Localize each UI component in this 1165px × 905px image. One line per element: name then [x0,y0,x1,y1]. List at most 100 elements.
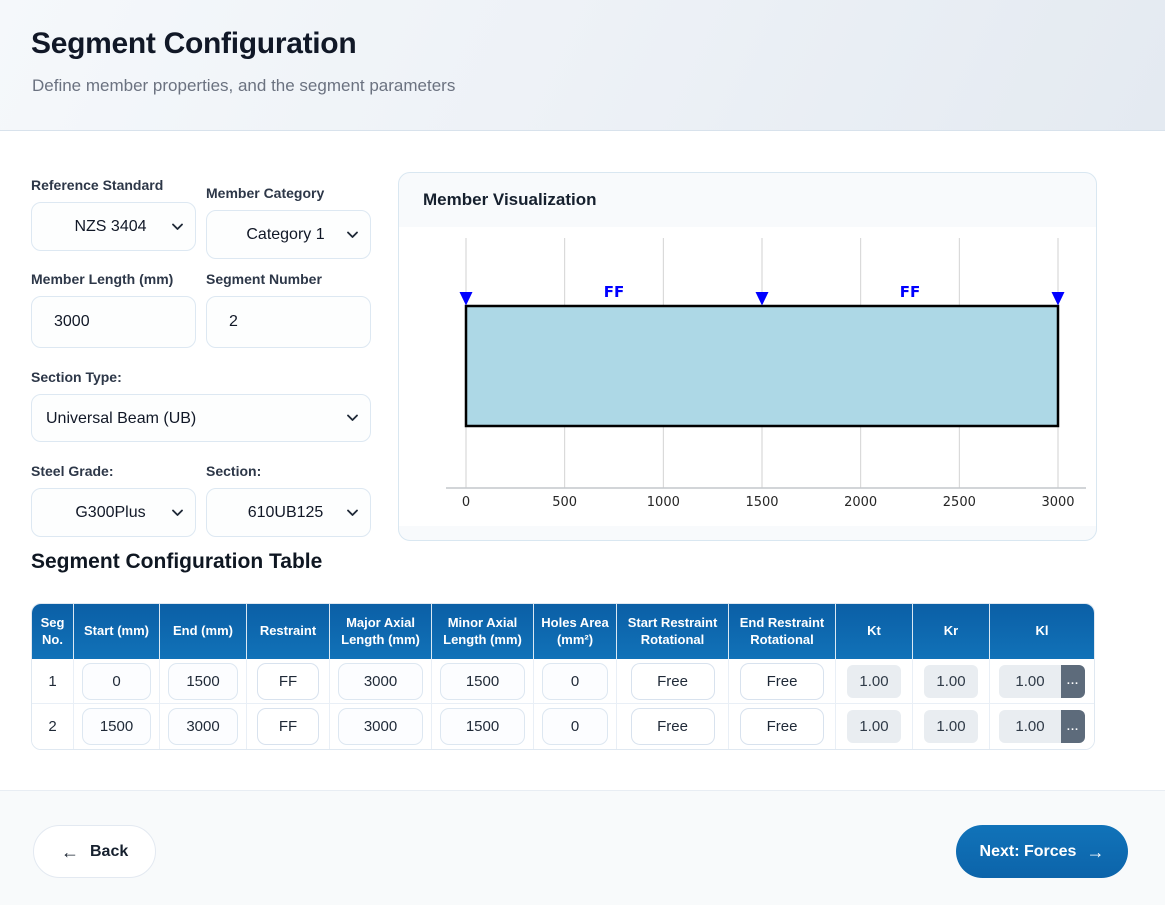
kt-cell: 1.00 [836,704,913,749]
steel-grade-select-wrap: G300Plus [31,488,196,537]
col-header-kr: Kr [913,604,990,659]
segment-number-input[interactable] [206,296,371,348]
member-visualization-panel: Member Visualization FFFF050010001500200… [398,172,1097,541]
kl-more-button[interactable]: ... [1061,665,1085,698]
kl-value: 1.00 [999,665,1061,698]
end-input[interactable] [168,708,238,745]
table-header-row: Seg No. Start (mm) End (mm) Restraint Ma… [32,604,1094,659]
col-header-start: Start (mm) [74,604,160,659]
section-select[interactable]: 610UB125 [206,488,371,537]
kt-cell: 1.00 [836,659,913,704]
major-axial-input[interactable] [338,663,423,700]
member-visualization-title: Member Visualization [399,173,1096,227]
kl-cell: 1.00 ... [990,704,1094,749]
page-title: Segment Configuration [31,27,356,61]
kr-cell: 1.00 [913,704,990,749]
member-category-select[interactable]: Category 1 [206,210,371,259]
member-visualization-chart: FFFF050010001500200025003000 [399,227,1096,526]
svg-text:1500: 1500 [745,495,778,510]
page-header: Segment Configuration Define member prop… [0,0,1165,131]
end-rotational-button[interactable]: Free [740,663,824,700]
col-header-minor-axial: Minor Axial Length (mm) [432,604,534,659]
start-rotational-button[interactable]: Free [631,663,715,700]
member-length-input[interactable] [31,296,196,348]
holes-area-input[interactable] [542,663,608,700]
kl-value: 1.00 [999,710,1061,743]
segment-table-title: Segment Configuration Table [31,550,322,574]
table-row: 2 FF Free Free 1.00 1.00 1.00 ... [32,704,1094,749]
svg-text:0: 0 [462,495,470,510]
start-rotational-button[interactable]: Free [631,708,715,745]
svg-text:1000: 1000 [647,495,680,510]
col-header-end-rotational: End Restraint Rotational [729,604,836,659]
seg-no-cell: 1 [32,659,74,704]
svg-text:2000: 2000 [844,495,877,510]
steel-grade-select[interactable]: G300Plus [31,488,196,537]
member-category-select-wrap: Category 1 [206,210,371,259]
kt-value: 1.00 [847,665,901,698]
kr-value: 1.00 [924,665,978,698]
end-input[interactable] [168,663,238,700]
minor-axial-cell [432,704,534,749]
restraint-cell: FF [247,659,330,704]
seg-no-value: 2 [48,718,56,735]
end-cell [160,659,247,704]
section-type-select[interactable]: Universal Beam (UB) [31,394,371,442]
holes-area-cell [534,704,617,749]
kl-field: 1.00 ... [999,665,1085,698]
reference-standard-select-wrap: NZS 3404 [31,202,196,251]
minor-axial-input[interactable] [440,663,525,700]
start-rotational-cell: Free [617,659,729,704]
col-header-end: End (mm) [160,604,247,659]
restraint-button[interactable]: FF [257,663,319,700]
next-button-label: Next: Forces [980,843,1077,861]
footer-bar: ← Back Next: Forces → [0,790,1165,905]
arrow-left-icon: ← [61,843,79,861]
end-rotational-cell: Free [729,659,836,704]
arrow-right-icon: → [1086,843,1104,861]
section-type-label: Section Type: [31,369,122,385]
start-rotational-cell: Free [617,704,729,749]
major-axial-cell [330,704,432,749]
back-button[interactable]: ← Back [33,825,156,878]
kr-cell: 1.00 [913,659,990,704]
segment-number-label: Segment Number [206,271,322,287]
kr-value: 1.00 [924,710,978,743]
svg-text:500: 500 [552,495,577,510]
col-header-restraint: Restraint [247,604,330,659]
minor-axial-cell [432,659,534,704]
minor-axial-input[interactable] [440,708,525,745]
page-subtitle: Define member properties, and the segmen… [32,76,455,96]
col-header-kl: Kl [990,604,1094,659]
back-button-label: Back [90,843,128,861]
major-axial-input[interactable] [338,708,423,745]
holes-area-cell [534,659,617,704]
restraint-cell: FF [247,704,330,749]
start-cell [74,659,160,704]
steel-grade-label: Steel Grade: [31,463,113,479]
section-type-select-wrap: Universal Beam (UB) [31,394,371,442]
end-rotational-button[interactable]: Free [740,708,824,745]
start-input[interactable] [82,663,151,700]
major-axial-cell [330,659,432,704]
section-select-wrap: 610UB125 [206,488,371,537]
segment-configuration-table: Seg No. Start (mm) End (mm) Restraint Ma… [31,603,1095,750]
kl-field: 1.00 ... [999,710,1085,743]
member-category-label: Member Category [206,185,324,201]
seg-no-cell: 2 [32,704,74,749]
col-header-seg-no: Seg No. [32,604,74,659]
kl-more-button[interactable]: ... [1061,710,1085,743]
col-header-start-rotational: Start Restraint Rotational [617,604,729,659]
next-forces-button[interactable]: Next: Forces → [956,825,1128,878]
col-header-holes-area: Holes Area (mm²) [534,604,617,659]
kl-cell: 1.00 ... [990,659,1094,704]
member-length-label: Member Length (mm) [31,271,173,287]
kt-value: 1.00 [847,710,901,743]
reference-standard-label: Reference Standard [31,177,163,193]
svg-text:3000: 3000 [1041,495,1074,510]
table-row: 1 FF Free Free 1.00 1.00 1.00 ... [32,659,1094,704]
holes-area-input[interactable] [542,708,608,745]
reference-standard-select[interactable]: NZS 3404 [31,202,196,251]
restraint-button[interactable]: FF [257,708,319,745]
start-input[interactable] [82,708,151,745]
